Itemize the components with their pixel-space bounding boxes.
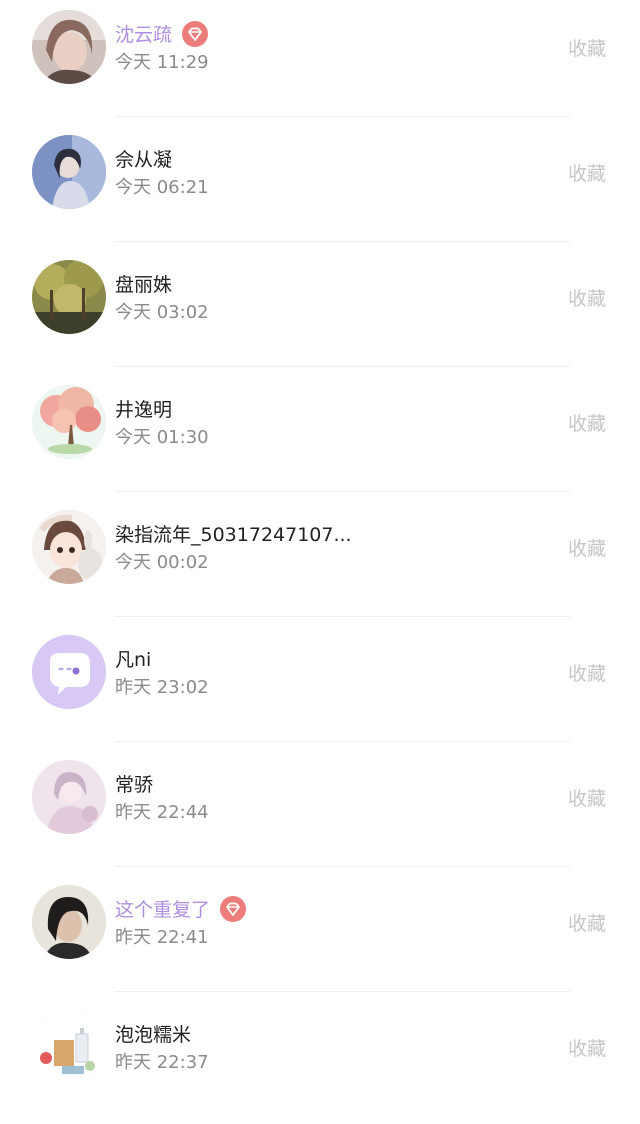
avatar-chat-bubble-icon xyxy=(32,635,106,709)
avatar-blue-photo-icon xyxy=(32,135,106,209)
avatar-anime-girl-icon xyxy=(32,510,106,584)
avatar-blossom-tree-icon xyxy=(32,385,106,459)
contact-name: 这个重复了 xyxy=(115,895,247,922)
avatar[interactable] xyxy=(32,135,106,209)
contact-name: 佘从凝 xyxy=(115,145,172,172)
avatar-pink-photo-icon xyxy=(32,760,106,834)
contact-name: 盘丽姝 xyxy=(115,270,172,297)
favorite-button[interactable]: 收藏 xyxy=(568,159,606,186)
divider xyxy=(115,866,570,867)
list-item[interactable]: 常骄 昨天 22:44 收藏 xyxy=(0,750,640,874)
avatar[interactable] xyxy=(32,510,106,584)
contact-name-text: 这个重复了 xyxy=(115,899,211,921)
contact-name: 常骄 xyxy=(115,770,153,797)
contact-name: 泡泡糯米 xyxy=(115,1020,191,1047)
message-time: 昨天 22:41 xyxy=(115,927,209,948)
list-item[interactable]: 这个重复了 昨天 22:41 收藏 xyxy=(0,875,640,999)
divider xyxy=(115,116,570,117)
list-item[interactable]: 凡ni 昨天 23:02 收藏 xyxy=(0,625,640,749)
contact-name-text: 常骄 xyxy=(115,774,154,796)
contact-name-text: 井逸明 xyxy=(115,399,173,421)
favorite-button[interactable]: 收藏 xyxy=(568,1034,606,1061)
contact-name-text: 盘丽姝 xyxy=(115,274,173,296)
contact-name-text: 凡ni xyxy=(115,649,152,671)
message-time: 昨天 22:37 xyxy=(115,1052,209,1073)
favorite-button[interactable]: 收藏 xyxy=(568,34,606,61)
favorite-button[interactable]: 收藏 xyxy=(568,409,606,436)
divider xyxy=(115,991,570,992)
favorite-button[interactable]: 收藏 xyxy=(568,909,606,936)
message-time: 昨天 22:44 xyxy=(115,802,209,823)
message-time: 今天 06:21 xyxy=(115,177,209,198)
avatar-girl-photo-icon xyxy=(32,10,106,84)
contact-name-text: 沈云疏 xyxy=(115,24,173,46)
message-time: 今天 01:30 xyxy=(115,427,209,448)
contact-name: 沈云疏 xyxy=(115,20,209,47)
favorite-button[interactable]: 收藏 xyxy=(568,784,606,811)
avatar[interactable] xyxy=(32,635,106,709)
message-time: 今天 03:02 xyxy=(115,302,209,323)
avatar-dark-portrait-icon xyxy=(32,885,106,959)
divider xyxy=(115,241,570,242)
divider xyxy=(115,616,570,617)
contact-name: 染指流年_50317247107... xyxy=(115,520,352,547)
list-item[interactable]: 井逸明 今天 01:30 收藏 xyxy=(0,375,640,499)
avatar[interactable] xyxy=(32,885,106,959)
favorite-button[interactable]: 收藏 xyxy=(568,534,606,561)
contact-name-text: 佘从凝 xyxy=(115,149,173,171)
message-list: 沈云疏 今天 11:29 收藏 佘从凝 今天 06:21 收藏 盘丽姝 今天 0… xyxy=(0,0,640,1103)
avatar[interactable] xyxy=(32,385,106,459)
favorite-button[interactable]: 收藏 xyxy=(568,659,606,686)
list-item[interactable]: 盘丽姝 今天 03:02 收藏 xyxy=(0,250,640,374)
avatar-forest-photo-icon xyxy=(32,260,106,334)
contact-name-text: 泡泡糯米 xyxy=(115,1024,192,1046)
message-time: 今天 00:02 xyxy=(115,552,209,573)
contact-name: 井逸明 xyxy=(115,395,172,422)
vip-diamond-icon xyxy=(182,20,209,47)
list-item[interactable]: 染指流年_50317247107... 今天 00:02 收藏 xyxy=(0,500,640,624)
favorite-button[interactable]: 收藏 xyxy=(568,284,606,311)
message-time: 昨天 23:02 xyxy=(115,677,209,698)
avatar[interactable] xyxy=(32,1010,106,1084)
list-item[interactable]: 泡泡糯米 昨天 22:37 收藏 xyxy=(0,1000,640,1124)
divider xyxy=(115,491,570,492)
contact-name: 凡ni xyxy=(115,645,151,672)
divider xyxy=(115,741,570,742)
avatar[interactable] xyxy=(32,760,106,834)
avatar-shopping-items-icon xyxy=(32,1010,106,1084)
contact-name-text: 染指流年_50317247107... xyxy=(115,524,352,546)
vip-diamond-icon xyxy=(220,895,247,922)
avatar[interactable] xyxy=(32,260,106,334)
message-time: 今天 11:29 xyxy=(115,52,209,73)
avatar[interactable] xyxy=(32,10,106,84)
list-item[interactable]: 佘从凝 今天 06:21 收藏 xyxy=(0,125,640,249)
list-item[interactable]: 沈云疏 今天 11:29 收藏 xyxy=(0,0,640,124)
divider xyxy=(115,366,570,367)
